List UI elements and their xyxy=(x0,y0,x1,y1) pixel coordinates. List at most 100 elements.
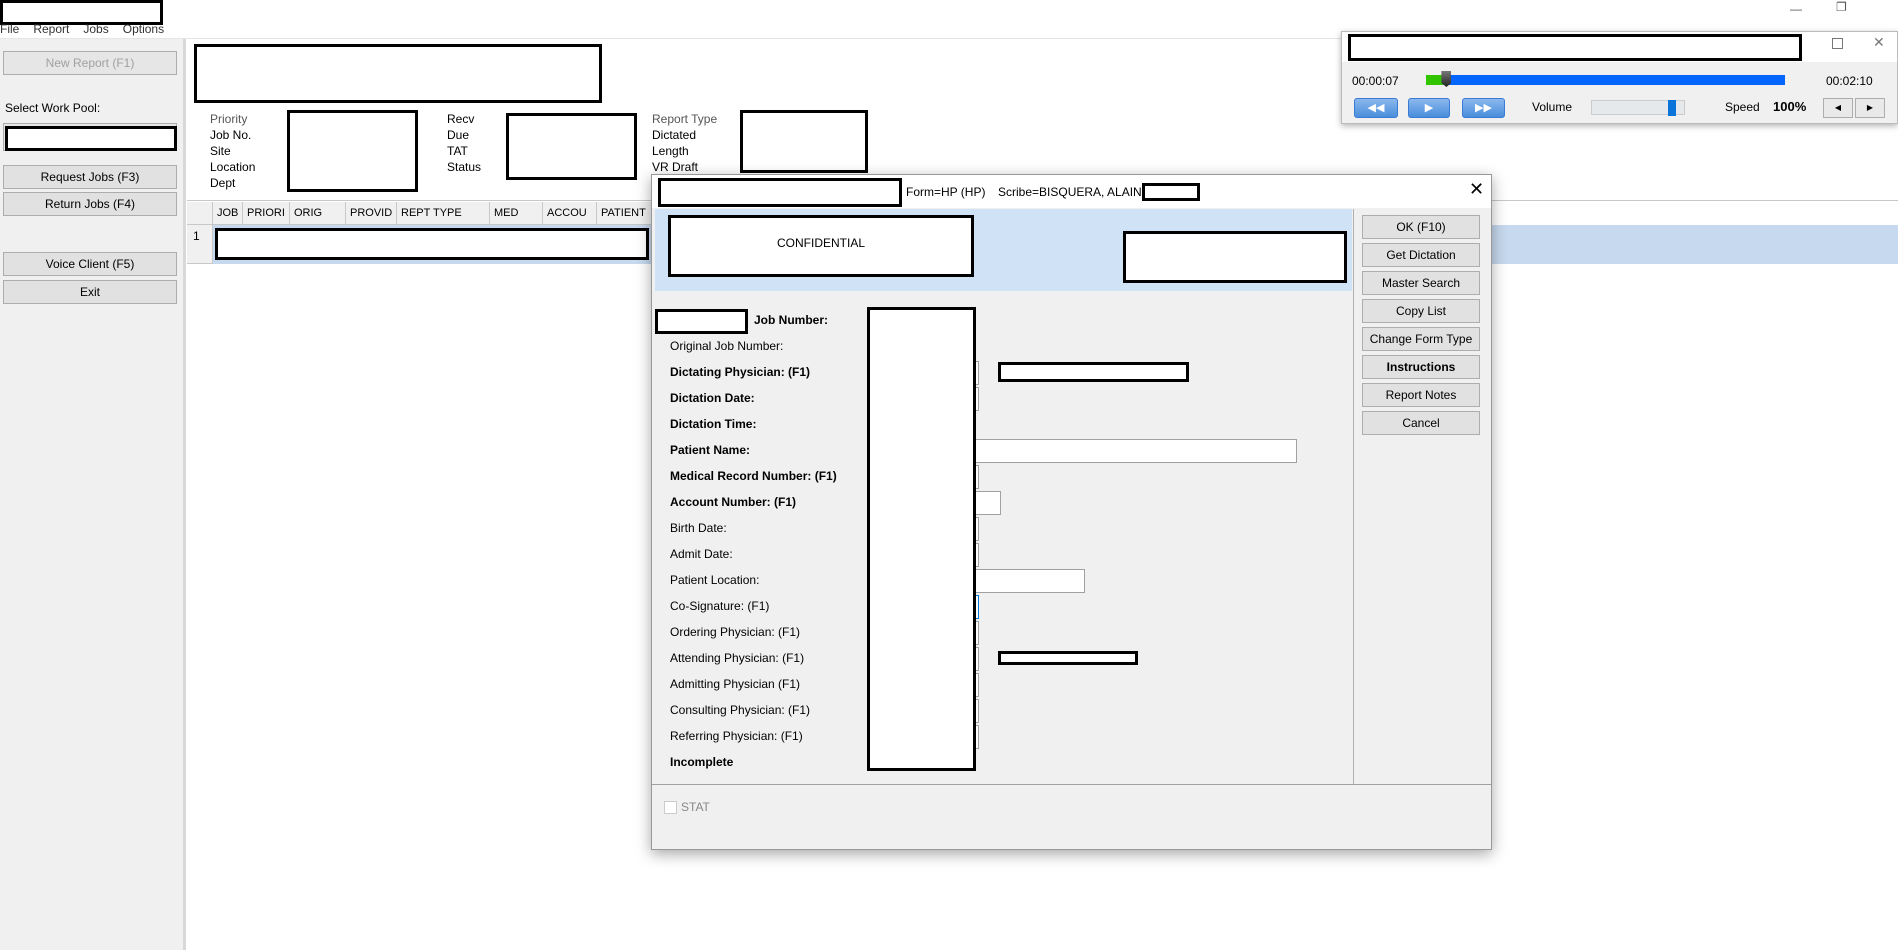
dialog-button-report-notes[interactable]: Report Notes xyxy=(1362,383,1480,407)
scribe-id-redacted xyxy=(1142,183,1200,201)
dialog-button-cancel[interactable]: Cancel xyxy=(1362,411,1480,435)
fast-forward-button[interactable]: ▶▶ xyxy=(1462,98,1505,118)
stat-checkbox[interactable] xyxy=(664,801,677,814)
total-time: 00:02:10 xyxy=(1826,74,1873,88)
field-values-redacted xyxy=(867,307,976,771)
form-type-text: Form=HP (HP) xyxy=(906,185,986,199)
play-button[interactable]: ▶ xyxy=(1408,98,1450,118)
request-jobs-button[interactable]: Request Jobs (F3) xyxy=(3,165,177,189)
dialog-title-redacted xyxy=(658,178,902,207)
banner-right-redacted xyxy=(1123,231,1347,283)
field-label: Birth Date: xyxy=(670,521,727,535)
field-input[interactable] xyxy=(952,439,1297,463)
row-header-corner xyxy=(187,202,213,225)
scribe-text: Scribe=BISQUERA, ALAINE xyxy=(998,185,1150,199)
new-report-button[interactable]: New Report (F1) xyxy=(3,51,177,75)
field-label: Patient Name: xyxy=(670,443,751,457)
footer-divider xyxy=(652,784,1491,785)
sidebar: New Report (F1) Select Work Pool: Reques… xyxy=(0,39,186,950)
field-label: Incomplete xyxy=(670,755,734,769)
speed-label: Speed xyxy=(1725,100,1760,114)
speed-increase-button[interactable]: ▶ xyxy=(1855,98,1885,118)
maximize-icon[interactable] xyxy=(1832,38,1843,49)
job-number-redacted xyxy=(655,309,748,334)
report-type-redacted xyxy=(740,110,868,173)
dialog-close-icon[interactable]: ✕ xyxy=(1469,179,1484,200)
audio-player-window: ✕ 00:00:07 00:02:10 ◀◀ ▶ ▶▶ Volume Speed… xyxy=(1341,31,1898,124)
column-header[interactable]: PRIORI xyxy=(243,202,290,225)
dept-label: Dept xyxy=(210,176,236,190)
field-label: Dictating Physician: (F1) xyxy=(670,365,811,379)
dialog-button-get-dictation[interactable]: Get Dictation xyxy=(1362,243,1480,267)
column-header[interactable]: ACCOU xyxy=(543,202,597,225)
column-header[interactable]: PROVID xyxy=(346,202,397,225)
menu-bar: File Report Jobs Options xyxy=(0,22,178,36)
dialog-button-change-form-type[interactable]: Change Form Type xyxy=(1362,327,1480,351)
stat-label: STAT xyxy=(681,800,710,814)
info-values-redacted xyxy=(287,110,418,192)
job-no-label: Job No. xyxy=(210,128,252,142)
row-number: 1 xyxy=(187,225,213,264)
field-label: Original Job Number: xyxy=(670,339,784,353)
field-label: Consulting Physician: (F1) xyxy=(670,703,811,717)
button-panel-divider xyxy=(1353,209,1354,784)
field-label: Referring Physician: (F1) xyxy=(670,729,803,743)
menu-jobs[interactable]: Jobs xyxy=(83,22,108,36)
elapsed-time: 00:00:07 xyxy=(1352,74,1399,88)
dialog-button-copy-list[interactable]: Copy List xyxy=(1362,299,1480,323)
work-pool-label: Select Work Pool: xyxy=(5,101,101,115)
close-icon[interactable]: ✕ xyxy=(1873,34,1885,51)
field-label: Attending Physician: (F1) xyxy=(670,651,805,665)
report-dialog: Form=HP (HP) Scribe=BISQUERA, ALAINE ✕ C… xyxy=(651,174,1492,850)
dialog-button-master-search[interactable]: Master Search xyxy=(1362,271,1480,295)
audio-title-redacted xyxy=(1348,34,1802,61)
grid-row-redacted xyxy=(215,228,649,260)
report-type-label: Report Type xyxy=(652,112,718,126)
due-label: Due xyxy=(447,128,470,142)
column-header[interactable]: REPT TYPE xyxy=(397,202,490,225)
field-label: Admitting Physician (F1) xyxy=(670,677,801,691)
speed-value: 100% xyxy=(1773,99,1807,114)
field-label: Admit Date: xyxy=(670,547,733,561)
field-label: Co-Signature: (F1) xyxy=(670,599,770,613)
dictating-physician-name-redacted xyxy=(998,362,1189,382)
column-header[interactable]: MED xyxy=(490,202,543,225)
voice-client-button[interactable]: Voice Client (F5) xyxy=(3,252,177,276)
field-label: Dictation Date: xyxy=(670,391,755,405)
minimize-button[interactable]: — xyxy=(1790,2,1802,16)
confidential-box: CONFIDENTIAL xyxy=(668,215,974,277)
menu-report[interactable]: Report xyxy=(33,22,69,36)
attending-physician-name-redacted xyxy=(998,651,1138,665)
rewind-button[interactable]: ◀◀ xyxy=(1354,98,1398,118)
field-label: Dictation Time: xyxy=(670,417,757,431)
return-jobs-button[interactable]: Return Jobs (F4) xyxy=(3,192,177,216)
tat-label: TAT xyxy=(447,144,468,158)
site-label: Site xyxy=(210,144,231,158)
field-label: Account Number: (F1) xyxy=(670,495,796,509)
column-header[interactable]: PATIENT xyxy=(597,202,657,225)
work-pool-redacted xyxy=(5,126,177,151)
menu-file[interactable]: File xyxy=(0,22,19,36)
dictated-label: Dictated xyxy=(652,128,697,142)
field-label: Job Number: xyxy=(754,313,829,327)
location-label: Location xyxy=(210,160,256,174)
speed-decrease-button[interactable]: ◀ xyxy=(1823,98,1853,118)
dialog-button-ok-f10[interactable]: OK (F10) xyxy=(1362,215,1480,239)
restore-button[interactable]: ❐ xyxy=(1836,0,1847,14)
exit-button[interactable]: Exit xyxy=(3,280,177,304)
progress-track[interactable] xyxy=(1426,75,1785,85)
dialog-button-instructions[interactable]: Instructions xyxy=(1362,355,1480,379)
field-label: Ordering Physician: (F1) xyxy=(670,625,801,639)
priority-label: Priority xyxy=(210,112,248,126)
status-label: Status xyxy=(447,160,482,174)
length-label: Length xyxy=(652,144,689,158)
menu-options[interactable]: Options xyxy=(123,22,164,36)
confidential-text: CONFIDENTIAL xyxy=(776,236,865,250)
volume-thumb[interactable] xyxy=(1668,100,1677,116)
report-header-redacted xyxy=(194,44,602,103)
dates-redacted xyxy=(506,113,637,180)
vr-draft-label: VR Draft xyxy=(652,160,699,174)
column-header[interactable]: JOB xyxy=(213,202,243,225)
field-label: Medical Record Number: (F1) xyxy=(670,469,837,483)
column-header[interactable]: ORIG xyxy=(290,202,346,225)
